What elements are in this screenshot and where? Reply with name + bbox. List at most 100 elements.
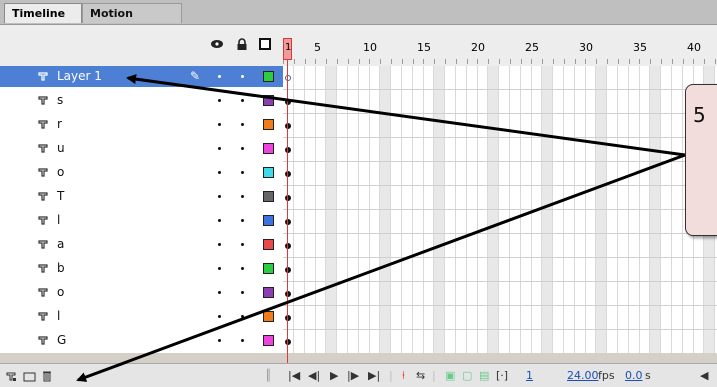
lock-dot[interactable] xyxy=(241,315,244,318)
ruler-tick xyxy=(467,59,468,64)
outline-color-swatch[interactable] xyxy=(263,167,274,178)
ruler-tick xyxy=(423,59,424,64)
layer-name[interactable]: l xyxy=(57,213,60,227)
visibility-dot[interactable] xyxy=(218,291,221,294)
outline-color-swatch[interactable] xyxy=(263,119,274,130)
ruler-tick xyxy=(488,59,489,64)
lock-dot[interactable] xyxy=(241,243,244,246)
layer-row[interactable]: u xyxy=(0,138,283,159)
layer-name[interactable]: a xyxy=(57,237,64,251)
ruler-tick xyxy=(337,59,338,64)
visibility-dot[interactable] xyxy=(218,267,221,270)
frame-ruler[interactable]: 1 5 10 15 20 25 30 35 40 xyxy=(283,25,717,66)
frame-row-divider xyxy=(283,137,717,138)
outline-color-swatch[interactable] xyxy=(263,239,274,250)
layer-row[interactable]: G xyxy=(0,330,283,351)
visibility-dot[interactable] xyxy=(218,219,221,222)
layer-icon xyxy=(38,312,48,321)
lock-dot[interactable] xyxy=(241,219,244,222)
lock-dot[interactable] xyxy=(241,267,244,270)
ruler-tick xyxy=(672,59,673,64)
layer-row[interactable]: s xyxy=(0,90,283,111)
layer-row[interactable]: a xyxy=(0,234,283,255)
lock-dot[interactable] xyxy=(241,339,244,342)
lock-icon[interactable] xyxy=(236,38,248,50)
frame-rate-value[interactable]: 24.00 xyxy=(567,369,599,382)
visibility-dot[interactable] xyxy=(218,171,221,174)
delete-icon[interactable] xyxy=(41,370,53,382)
outline-color-swatch[interactable] xyxy=(263,287,274,298)
playhead[interactable] xyxy=(283,38,292,386)
visibility-dot[interactable] xyxy=(218,315,221,318)
first-frame-icon[interactable]: |◀ xyxy=(288,370,300,382)
lock-dot[interactable] xyxy=(241,195,244,198)
layer-icon xyxy=(38,336,48,345)
tab-timeline[interactable]: Timeline xyxy=(4,3,82,23)
layer-icon xyxy=(38,120,48,129)
layer-row[interactable]: l xyxy=(0,306,283,327)
edit-multiple-frames-icon[interactable]: ▤ xyxy=(479,370,489,382)
layer-name[interactable]: l xyxy=(57,309,60,323)
visibility-dot[interactable] xyxy=(218,75,221,78)
layer-row[interactable]: r xyxy=(0,114,283,135)
outline-color-swatch[interactable] xyxy=(263,71,274,82)
layer-row[interactable]: T xyxy=(0,186,283,207)
new-layer-icon[interactable] xyxy=(5,370,17,382)
visibility-dot[interactable] xyxy=(218,243,221,246)
outline-color-swatch[interactable] xyxy=(263,263,274,274)
lock-dot[interactable] xyxy=(241,291,244,294)
visibility-dot[interactable] xyxy=(218,147,221,150)
layer-name[interactable]: o xyxy=(57,285,64,299)
current-frame-value[interactable]: 1 xyxy=(526,369,533,382)
layer-name[interactable]: s xyxy=(57,93,63,107)
resize-grip-icon[interactable]: ║ xyxy=(265,370,272,382)
outline-color-swatch[interactable] xyxy=(263,143,274,154)
eye-icon[interactable] xyxy=(210,38,224,50)
onion-outlines-icon[interactable]: ▢ xyxy=(462,370,472,382)
visibility-dot[interactable] xyxy=(218,339,221,342)
ruler-tick xyxy=(434,59,435,64)
outline-color-swatch[interactable] xyxy=(263,191,274,202)
layer-row[interactable]: l xyxy=(0,210,283,231)
step-forward-icon[interactable]: |▶ xyxy=(347,370,359,382)
lock-dot[interactable] xyxy=(241,123,244,126)
layer-name[interactable]: b xyxy=(57,261,65,275)
elapsed-time-value[interactable]: 0.0 xyxy=(625,369,643,382)
outline-color-swatch[interactable] xyxy=(263,95,274,106)
loop-icon[interactable]: ⇆ xyxy=(416,370,425,382)
new-folder-icon[interactable] xyxy=(23,370,36,382)
center-frame-icon[interactable]: ⍿ xyxy=(402,370,405,382)
layer-name[interactable]: r xyxy=(57,117,62,131)
layer-row[interactable]: Layer 1 ✎ xyxy=(0,66,283,87)
layer-name[interactable]: Layer 1 xyxy=(57,69,102,83)
onion-skin-icon[interactable]: ▣ xyxy=(445,370,455,382)
visibility-dot[interactable] xyxy=(218,99,221,102)
layer-list: Layer 1 ✎ s r u o T l a b o l G xyxy=(0,66,283,353)
lock-dot[interactable] xyxy=(241,75,244,78)
step-back-icon[interactable]: ◀| xyxy=(308,370,320,382)
outline-color-swatch[interactable] xyxy=(263,335,274,346)
pencil-icon: ✎ xyxy=(190,69,201,83)
lock-dot[interactable] xyxy=(241,171,244,174)
layer-row[interactable]: b xyxy=(0,258,283,279)
play-icon[interactable]: ▶ xyxy=(330,370,338,382)
layer-name[interactable]: o xyxy=(57,165,64,179)
layer-row[interactable]: o xyxy=(0,282,283,303)
scroll-left-icon[interactable]: ◀ xyxy=(700,370,708,382)
outline-icon[interactable] xyxy=(259,38,271,50)
visibility-dot[interactable] xyxy=(218,195,221,198)
layer-name[interactable]: u xyxy=(57,141,65,155)
frame-grid[interactable] xyxy=(283,66,717,353)
layer-row[interactable]: o xyxy=(0,162,283,183)
layer-name[interactable]: T xyxy=(57,189,64,203)
ruler-tick xyxy=(445,59,446,64)
layer-name[interactable]: G xyxy=(57,333,66,347)
lock-dot[interactable] xyxy=(241,99,244,102)
tab-motion-editor[interactable]: Motion Editor xyxy=(82,3,182,40)
outline-color-swatch[interactable] xyxy=(263,215,274,226)
last-frame-icon[interactable]: ▶| xyxy=(368,370,380,382)
lock-dot[interactable] xyxy=(241,147,244,150)
visibility-dot[interactable] xyxy=(218,123,221,126)
modify-markers-icon[interactable]: [·] xyxy=(496,370,508,382)
outline-color-swatch[interactable] xyxy=(263,311,274,322)
